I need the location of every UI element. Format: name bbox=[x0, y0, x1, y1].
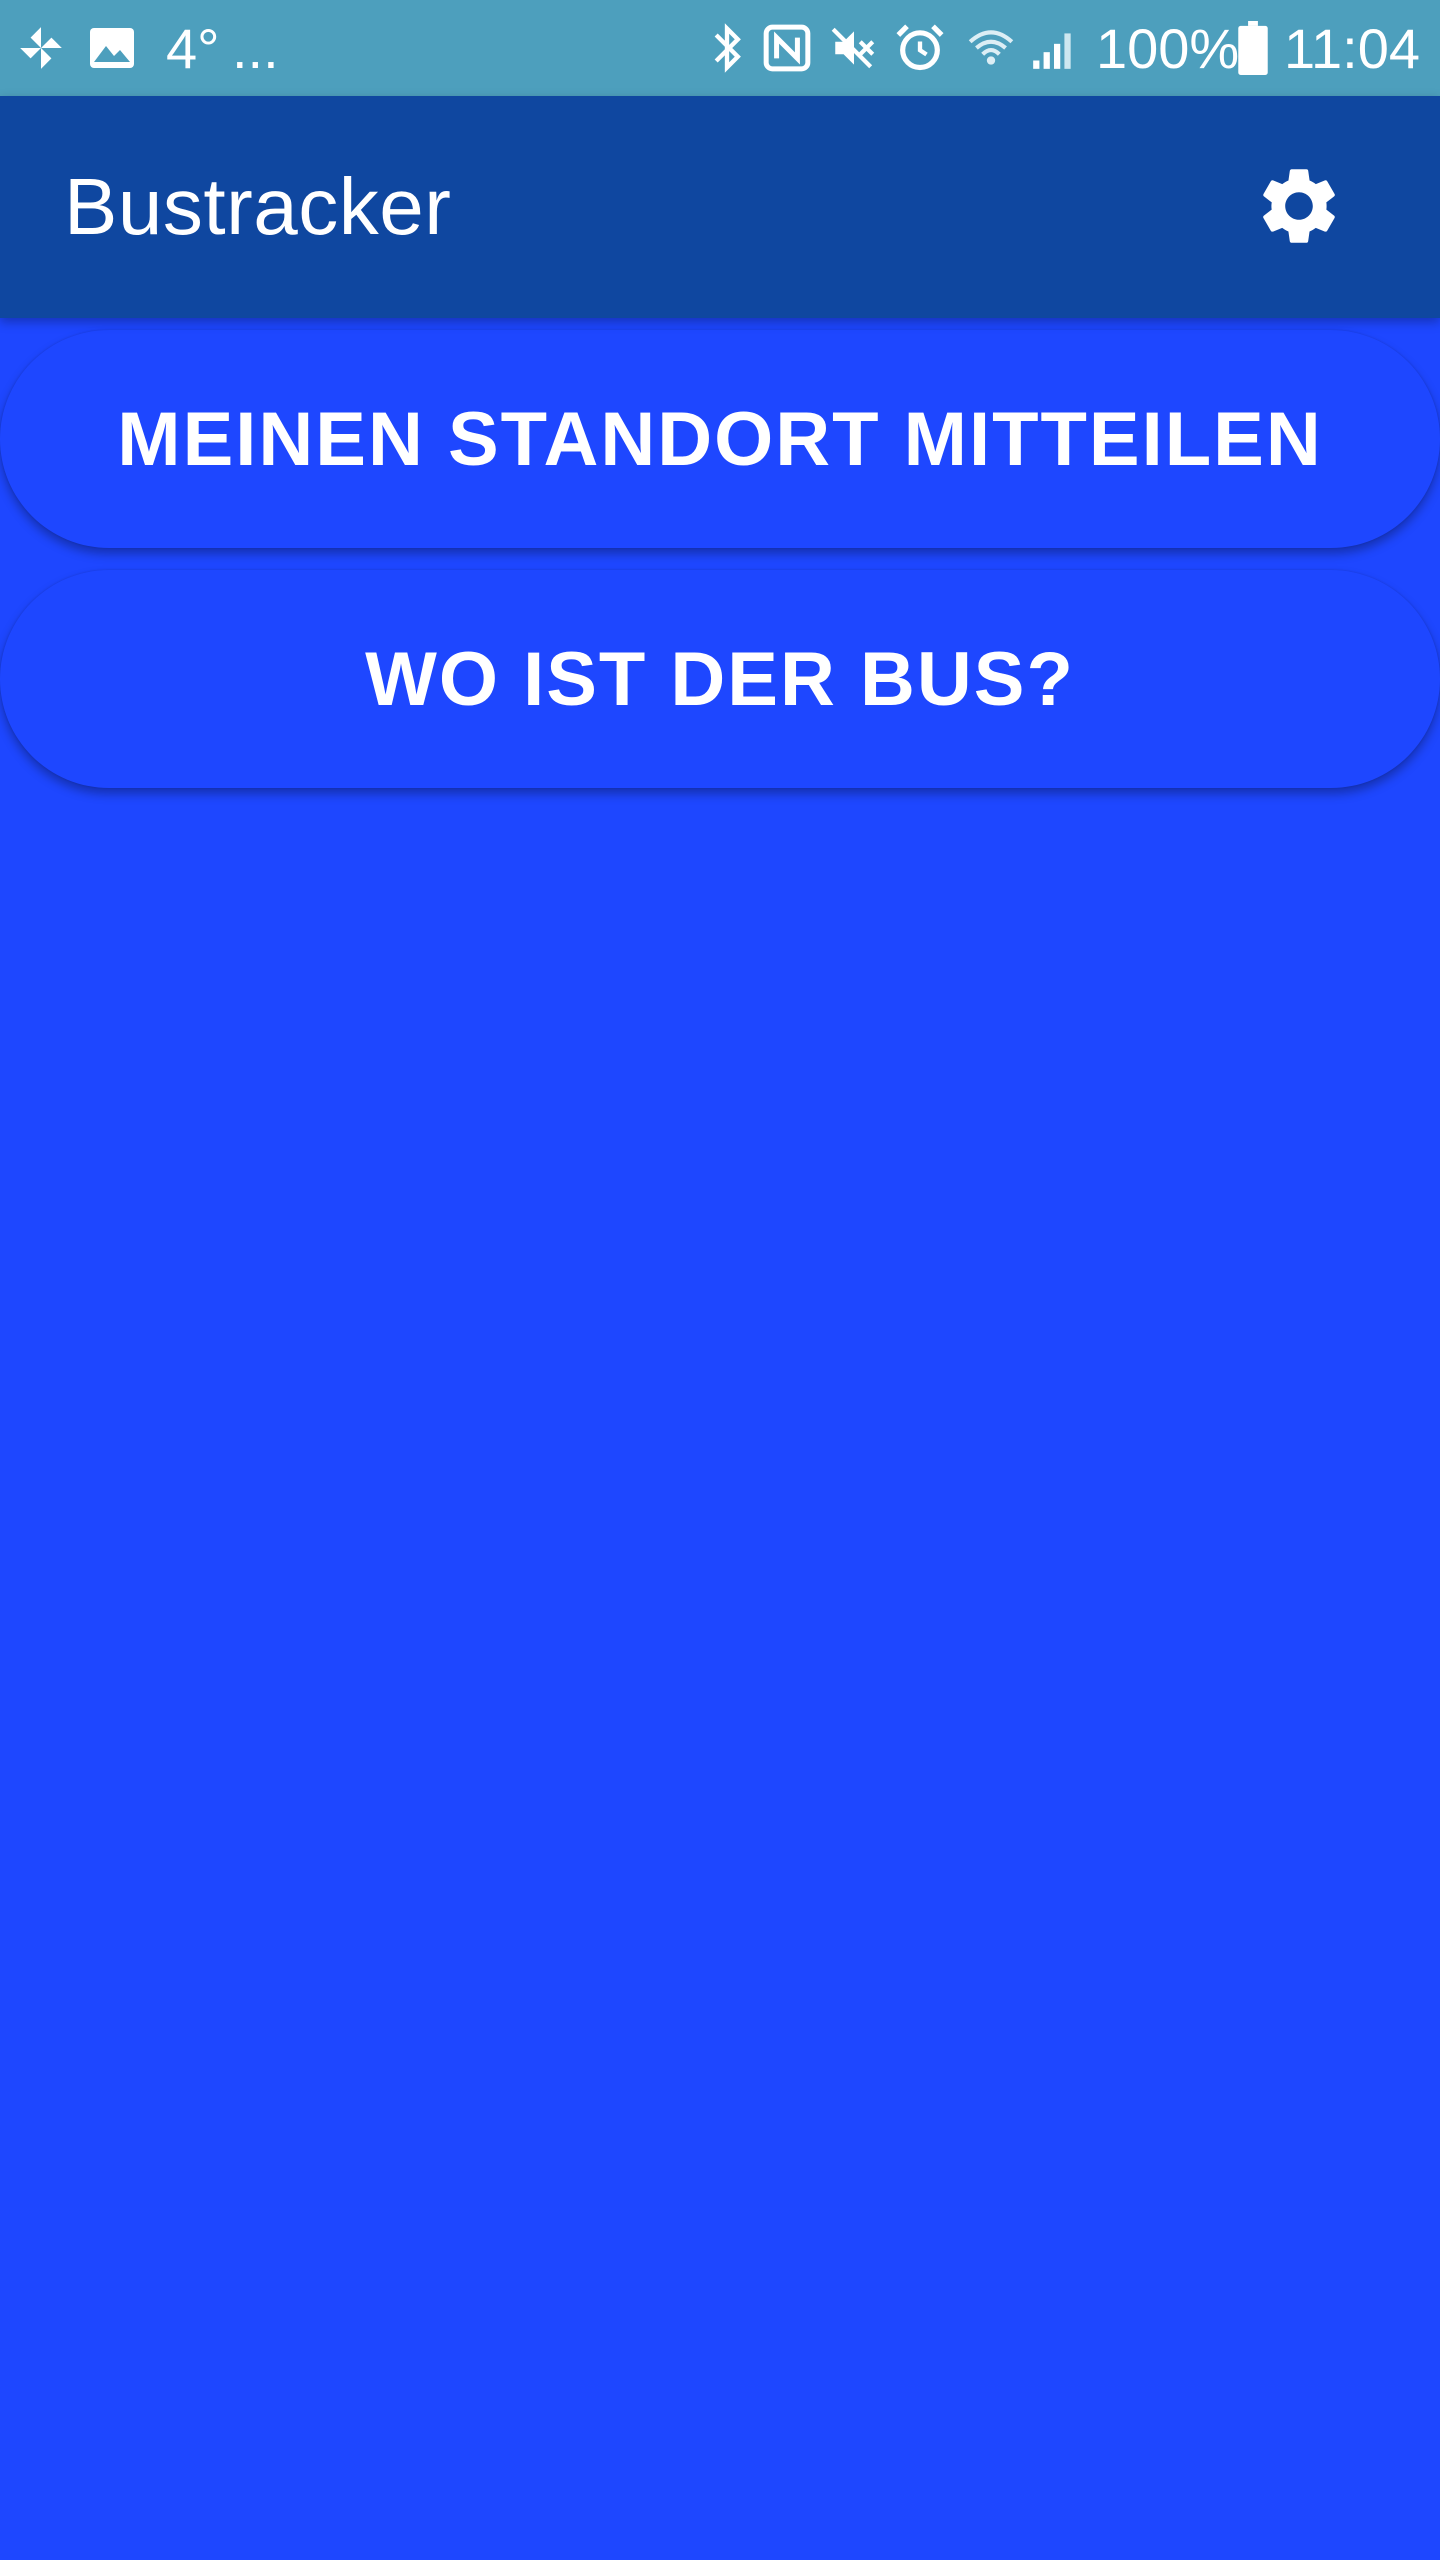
app-bar: Bustracker bbox=[0, 96, 1440, 318]
settings-button[interactable] bbox=[1244, 151, 1354, 261]
signal-icon bbox=[1026, 0, 1082, 96]
battery-percent-text: 100% bbox=[1096, 17, 1240, 80]
share-location-button[interactable]: MEINEN STANDORT MITTEILEN bbox=[0, 330, 1440, 548]
main-content: MEINEN STANDORT MITTEILEN WO IST DER BUS… bbox=[0, 318, 1440, 2560]
where-is-bus-label: WO IST DER BUS? bbox=[365, 636, 1075, 722]
pinwheel-icon bbox=[14, 0, 68, 96]
nfc-icon bbox=[760, 0, 814, 96]
status-overflow-text: ... bbox=[232, 17, 279, 80]
app-title: Bustracker bbox=[64, 162, 452, 251]
alarm-icon bbox=[892, 0, 948, 96]
battery-full-icon bbox=[1236, 0, 1270, 96]
clock-text: 11:04 bbox=[1284, 17, 1420, 80]
mute-icon bbox=[826, 0, 882, 96]
gallery-icon bbox=[86, 0, 138, 96]
bluetooth-icon bbox=[706, 0, 748, 96]
status-bar: 4° ... 100% 11:04 bbox=[0, 0, 1440, 96]
where-is-bus-button[interactable]: WO IST DER BUS? bbox=[0, 570, 1440, 788]
wifi-icon bbox=[964, 0, 1018, 96]
share-location-label: MEINEN STANDORT MITTEILEN bbox=[117, 396, 1323, 482]
temperature-text: 4° bbox=[166, 17, 220, 80]
gear-icon bbox=[1263, 169, 1335, 243]
